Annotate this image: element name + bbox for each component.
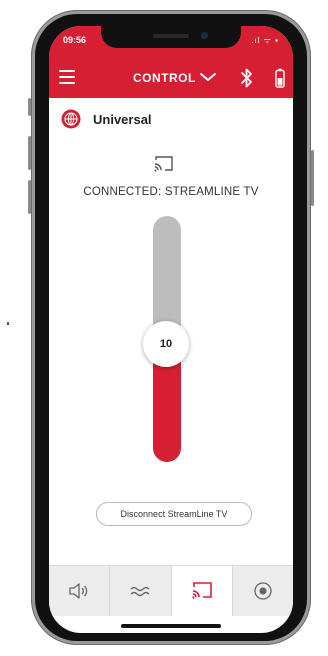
- cast-icon: [154, 156, 173, 172]
- profile-row[interactable]: Universal: [49, 98, 293, 141]
- mute-switch: [28, 98, 31, 116]
- tab-speaker[interactable]: [49, 566, 111, 616]
- volume-up-button: [28, 136, 31, 170]
- connection-status: CONNECTED: STREAMLINE TV: [83, 186, 259, 198]
- tab-waves[interactable]: [110, 566, 172, 616]
- tab-cast[interactable]: [171, 566, 233, 616]
- chevron-down-icon[interactable]: [199, 70, 217, 84]
- power-button: [311, 150, 314, 206]
- hamburger-menu-icon[interactable]: [59, 70, 75, 84]
- globe-icon: [61, 109, 81, 129]
- home-indicator[interactable]: [121, 624, 221, 628]
- speaker-icon: [69, 583, 88, 599]
- volume-slider-knob[interactable]: 10: [143, 321, 189, 367]
- status-time: 09:56: [63, 35, 87, 45]
- notch: [101, 26, 241, 48]
- disconnect-button[interactable]: Disconnect StreamLine TV: [96, 502, 252, 526]
- volume-value: 10: [159, 338, 173, 350]
- cast-tab-icon: [192, 582, 212, 599]
- screen: 09:56 .ıl ᯤ ▪ CONTROL Universal CONNECTE…: [49, 26, 293, 633]
- phone-frame: 09:56 .ıl ᯤ ▪ CONTROL Universal CONNECTE…: [28, 10, 314, 645]
- disconnect-button-label: Disconnect StreamLine TV: [120, 509, 228, 519]
- front-camera: [201, 32, 208, 39]
- bluetooth-icon[interactable]: [239, 67, 255, 89]
- tab-bar: [49, 565, 293, 616]
- edge-dot: [7, 322, 9, 325]
- waves-icon: [130, 586, 150, 597]
- signal-wifi-battery-icons: .ıl ᯤ ▪: [251, 36, 279, 45]
- volume-down-button: [28, 180, 31, 214]
- control-panel: CONNECTED: STREAMLINE TV 10 Disconnect S…: [49, 140, 293, 565]
- speaker-grille: [153, 34, 189, 38]
- tab-record[interactable]: [233, 566, 293, 616]
- app-bar: CONTROL: [49, 58, 293, 98]
- status-bar: 09:56 .ıl ᯤ ▪: [49, 26, 293, 58]
- profile-name: Universal: [93, 112, 152, 127]
- phone-bezel: 09:56 .ıl ᯤ ▪ CONTROL Universal CONNECTE…: [35, 14, 307, 641]
- app-title: CONTROL: [133, 71, 196, 85]
- record-icon: [254, 582, 272, 600]
- battery-icon[interactable]: [275, 68, 285, 88]
